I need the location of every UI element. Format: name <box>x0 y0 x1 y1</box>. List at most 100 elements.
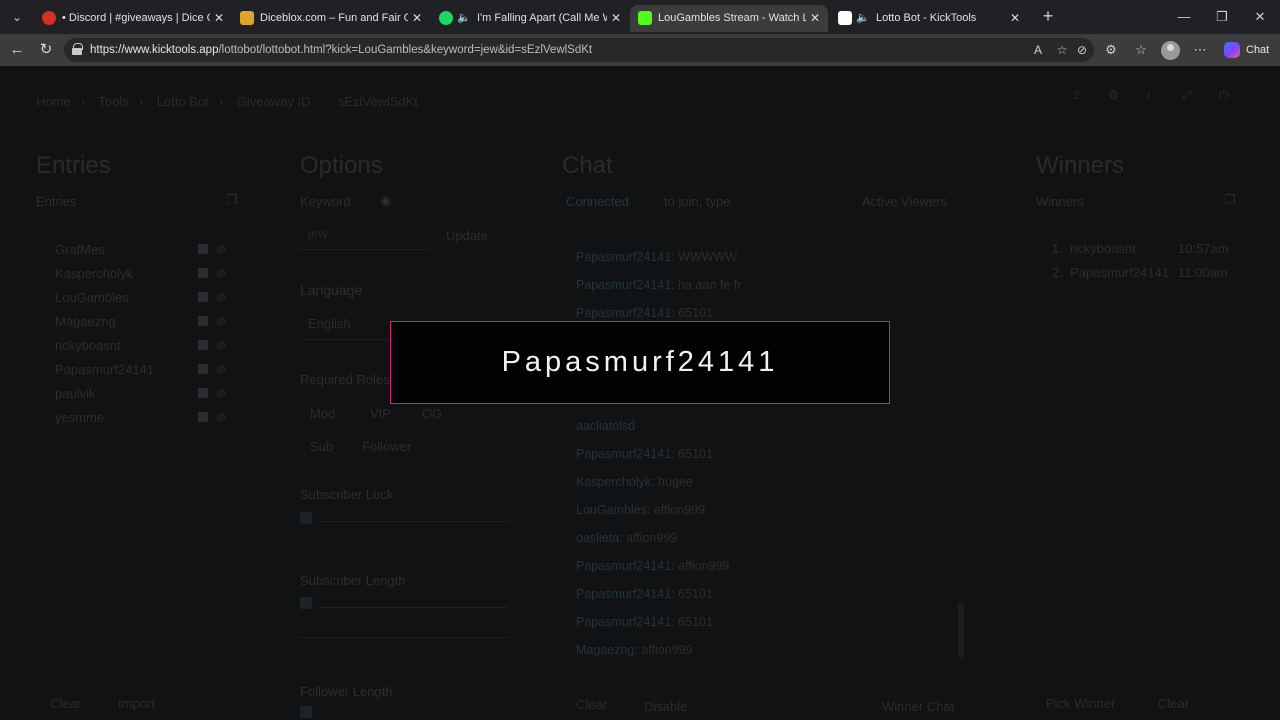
extensions-icon[interactable]: ⚙ <box>1102 41 1120 59</box>
copy-winners-icon[interactable]: ❐ <box>1224 192 1236 208</box>
pick-winner-button[interactable]: Pick Winner <box>1046 696 1115 711</box>
tab-diceblox[interactable]: Diceblox.com – Fun and Fair Game ✕ <box>232 5 430 32</box>
keyword-input[interactable]: jew <box>300 226 430 250</box>
tab-title: • Discord | #giveaways | Dice Com <box>62 12 210 24</box>
connection-status: Connected <box>566 194 629 209</box>
copilot-chat-button[interactable]: Chat <box>1218 39 1278 61</box>
entries-subtitle: Entries <box>36 194 77 209</box>
remove-entry-icon[interactable]: ⊘ <box>216 314 226 328</box>
subscriber-length-checkbox[interactable] <box>300 597 312 609</box>
role-og-toggle[interactable]: OG <box>422 406 442 421</box>
clear-winners-button[interactable]: Clear <box>1158 696 1189 711</box>
remove-entry-icon[interactable]: ⊘ <box>216 266 226 280</box>
entry-checkbox[interactable] <box>198 316 208 326</box>
subscriber-length-value[interactable] <box>300 622 508 638</box>
speaker-icon[interactable]: 🔈 <box>457 5 471 32</box>
close-tab-icon[interactable]: ✕ <box>808 5 822 32</box>
entry-name: Magaezng <box>55 314 116 329</box>
entry-checkbox[interactable] <box>198 268 208 278</box>
tab-kick-stream[interactable]: LouGambles Stream - Watch Live c ✕ <box>630 5 828 32</box>
breadcrumb-item[interactable]: Tools <box>98 94 128 109</box>
favorite-star-icon[interactable]: ☆ <box>1054 41 1070 59</box>
disable-chat-button[interactable]: Disable <box>644 699 687 714</box>
fullscreen-icon[interactable]: ⤢ <box>1182 88 1192 103</box>
remove-entry-icon[interactable]: ⊘ <box>216 386 226 400</box>
chat-title: Chat <box>562 152 613 179</box>
tab-title: Diceblox.com – Fun and Fair Game <box>260 12 408 24</box>
close-tab-icon[interactable]: ✕ <box>1008 5 1022 32</box>
spotify-favicon-icon <box>439 11 453 25</box>
breadcrumb-item: Giveaway ID <box>236 94 311 109</box>
clear-chat-button[interactable]: Clear <box>576 697 607 712</box>
role-follower-toggle[interactable]: Follower <box>362 439 411 454</box>
entry-name: Kaspercholyk <box>55 266 134 281</box>
winners-subtitle: Winners <box>1036 194 1084 209</box>
refresh-button[interactable]: ↻ <box>36 40 56 60</box>
exit-icon[interactable]: ⏻ <box>1219 88 1229 103</box>
remove-entry-icon[interactable]: ⊘ <box>216 242 226 256</box>
follower-length-checkbox[interactable] <box>300 706 312 718</box>
import-entries-button[interactable]: Import <box>118 696 155 711</box>
remove-entry-icon[interactable]: ⊘ <box>216 338 226 352</box>
subscriber-length-field[interactable] <box>318 592 508 608</box>
remove-entry-icon[interactable]: ⊘ <box>216 362 226 376</box>
tab-lotto-bot[interactable]: 🔈 Lotto Bot - KickTools ✕ <box>830 5 1028 32</box>
breadcrumb: Home › Tools › Lotto Bot › Giveaway ID: sEz… <box>36 94 418 109</box>
remove-entry-icon[interactable]: ⊘ <box>216 290 226 304</box>
entry-checkbox[interactable] <box>198 412 208 422</box>
breadcrumb-item[interactable]: Home <box>36 94 71 109</box>
entry-checkbox[interactable] <box>198 244 208 254</box>
close-tab-icon[interactable]: ✕ <box>609 5 623 32</box>
subscriber-luck-checkbox[interactable] <box>300 512 312 524</box>
close-tab-icon[interactable]: ✕ <box>212 5 226 32</box>
lock-icon[interactable] <box>72 43 83 55</box>
tracking-blocked-icon[interactable]: ⊘ <box>1074 41 1090 59</box>
close-window-button[interactable]: ✕ <box>1250 8 1270 26</box>
tab-discord[interactable]: • Discord | #giveaways | Dice Com ✕ <box>34 5 232 32</box>
breadcrumb-item[interactable]: Lotto Bot <box>157 94 209 109</box>
chat-scrollbar[interactable] <box>958 602 964 658</box>
settings-icon[interactable]: ⚙ <box>1108 88 1119 102</box>
update-keyword-button[interactable]: Update <box>446 228 488 243</box>
subscriber-luck-field[interactable] <box>318 506 508 522</box>
profile-avatar[interactable] <box>1161 41 1180 60</box>
chat-message: Papasmurf24141: 65101 <box>576 587 713 601</box>
giveaway-id: sEzlVewlSdKt <box>337 94 418 109</box>
entry-checkbox[interactable] <box>198 292 208 302</box>
tab-title: LouGambles Stream - Watch Live c <box>658 12 806 24</box>
speaker-icon[interactable]: 🔈 <box>856 5 870 32</box>
tab-spotify[interactable]: 🔈 I'm Falling Apart (Call Me Whe ✕ <box>431 5 629 32</box>
more-menu-icon[interactable]: ⋯ <box>1191 41 1209 59</box>
address-bar[interactable]: https://www.kicktools.app/lottobot/lotto… <box>64 38 1094 62</box>
winners-title: Winners <box>1036 152 1125 179</box>
url-text[interactable]: https://www.kicktools.app/lottobot/lotto… <box>90 38 592 62</box>
tab-title: Lotto Bot - KickTools <box>876 12 977 24</box>
entry-checkbox[interactable] <box>198 364 208 374</box>
close-tab-icon[interactable]: ✕ <box>410 5 424 32</box>
winner-chat-button[interactable]: Winner Chat <box>882 699 954 714</box>
role-mod-toggle[interactable]: Mod <box>310 406 335 421</box>
role-vip-toggle[interactable]: VIP <box>370 406 391 421</box>
tab-actions-menu-icon[interactable]: ⌄ <box>6 6 28 28</box>
winner-row: 2. Papasmurf24141 11:00am <box>1052 265 1228 280</box>
minimize-button[interactable]: — <box>1174 8 1194 26</box>
back-button[interactable]: ← <box>7 40 27 60</box>
language-label: Language <box>300 282 363 298</box>
remove-entry-icon[interactable]: ⊘ <box>216 410 226 424</box>
entry-checkbox[interactable] <box>198 340 208 350</box>
restore-button[interactable]: ❐ <box>1212 8 1232 26</box>
eye-icon[interactable]: ◉ <box>380 193 391 209</box>
entry-checkbox[interactable] <box>198 388 208 398</box>
copy-entries-icon[interactable]: ❐ <box>226 192 238 208</box>
kicktools-favicon-icon <box>838 11 852 25</box>
winner-announcement-modal[interactable]: Papasmurf24141 <box>390 321 890 404</box>
chat-message: LouGambles: affion999 <box>576 503 706 517</box>
new-tab-button[interactable]: + <box>1038 6 1058 26</box>
sound-icon[interactable]: ♪ <box>1145 88 1151 102</box>
read-aloud-icon[interactable]: A <box>1030 41 1046 59</box>
entry-name: rickyboasnt <box>55 338 121 353</box>
role-sub-toggle[interactable]: Sub <box>310 439 333 454</box>
favorites-icon[interactable]: ☆ <box>1132 41 1150 59</box>
share-icon[interactable]: ⇪ <box>1072 88 1082 102</box>
clear-entries-button[interactable]: Clear <box>50 696 81 711</box>
